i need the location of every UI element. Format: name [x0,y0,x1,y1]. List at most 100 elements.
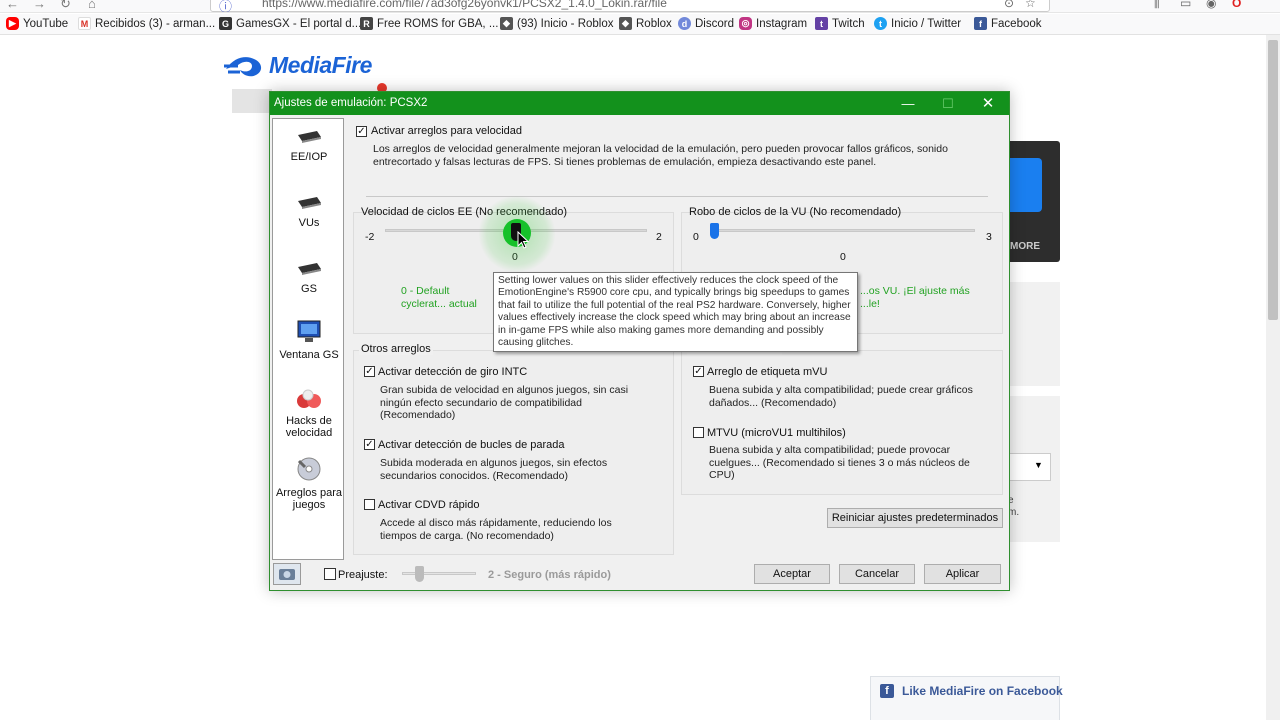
vu-cycle-note-2: ...le! [860,298,880,310]
intc-spin-description: Gran subida de velocidad en algunos jueg… [380,384,629,421]
preset-label[interactable]: Preajuste: [338,569,388,581]
youtube-icon: ▶ [6,17,19,30]
vu-cycle-title: Robo de ciclos de la VU (No recomendado) [689,206,902,218]
scrollbar-thumb[interactable] [1268,40,1278,320]
site-info-icon[interactable]: ⓘ [219,0,232,12]
separator [366,196,988,197]
library-icon[interactable]: ⫼ [1154,0,1160,11]
fast-cdvd-checkbox[interactable] [364,499,375,510]
bookmark-star-icon[interactable]: ☆ [1025,0,1036,10]
sidebar-ad-block [1008,282,1060,386]
enable-speedhacks-label[interactable]: Activar arreglos para velocidad [371,125,522,137]
vu-cycle-note-1: ...os VU. ¡El ajuste más [860,285,970,297]
ee-cycle-note: 0 - Default cyclerat... actual speed of … [401,285,477,310]
accept-button[interactable]: Aceptar [754,564,830,584]
more-button[interactable]: MORE [1010,241,1040,252]
mediafire-logo-text: MediaFire [269,52,372,78]
language-select[interactable] [1008,453,1051,481]
mtvu-checkbox[interactable] [693,427,704,438]
vu-slider-max: 3 [986,231,992,243]
wait-loop-checkbox[interactable]: ✓ [364,439,375,450]
settings-sidebar: EE/IOP VUs GS Ventana GS Hacks de veloci… [272,118,344,560]
chip-icon [298,197,321,209]
intc-spin-label[interactable]: Activar detección de giro INTC [378,366,527,378]
roblox-icon: ◆ [619,17,632,30]
camera-icon[interactable] [273,563,301,585]
download-button-edge[interactable] [1008,158,1042,212]
mouse-cursor-icon [517,231,530,249]
vu-slider-thumb[interactable] [710,223,719,239]
roblox-icon: ◆ [500,17,513,30]
fast-cdvd-label[interactable]: Activar CDVD rápido [378,499,479,511]
sidebar-item-vus[interactable]: VUs [273,193,345,229]
twitch-icon: t [815,17,828,30]
forward-icon[interactable]: → [33,0,46,11]
home-icon[interactable]: ⌂ [88,0,96,11]
sidebar-item-game-fixes[interactable]: Arreglos para juegos [273,455,345,511]
bookmark-roms[interactable]: R Free ROMS for GBA, ... [360,17,498,30]
instagram-icon: ◎ [739,17,752,30]
apply-button[interactable]: Aplicar [924,564,1001,584]
back-icon[interactable]: ← [6,0,19,11]
wait-loop-description: Subida moderada en algunos juegos, sin e… [380,457,608,482]
opera-icon[interactable]: O [1232,0,1241,10]
mvu-flag-label[interactable]: Arreglo de etiqueta mVU [707,366,827,378]
vu-slider-min: 0 [693,231,699,243]
bookmark-youtube[interactable]: ▶ YouTube [6,17,68,30]
close-button[interactable]: ✕ [968,94,1008,113]
mvu-flag-description: Buena subida y alta compatibilidad; pued… [709,384,973,409]
twitter-icon: t [874,17,887,30]
mtvu-description: Buena subida y alta compatibilidad; pued… [709,444,970,481]
cancel-button[interactable]: Cancelar [839,564,915,584]
wait-loop-label[interactable]: Activar detección de bucles de parada [378,439,565,451]
maximize-button[interactable]: ☐ [928,94,968,113]
preset-slider[interactable] [402,572,476,575]
enable-speedhacks-checkbox[interactable]: ✓ [356,126,367,137]
vu-cycle-slider[interactable] [710,229,975,232]
bookmark-gamesgx[interactable]: G GamesGX - El portal d... [219,17,361,30]
bookmark-roblox[interactable]: ◆ Roblox [619,17,672,30]
bookmarks-bar: ▶ YouTube M Recibidos (3) - arman... G Game… [0,14,1280,35]
bookmark-facebook[interactable]: f Facebook [974,17,1042,30]
mtvu-label[interactable]: MTVU (microVU1 multihilos) [707,427,846,439]
disc-icon [297,457,321,481]
sidebar-item-ee-iop[interactable]: EE/IOP [273,127,345,163]
bookmark-instagram[interactable]: ◎ Instagram [739,17,807,30]
discord-icon: d [678,17,691,30]
mvu-flag-checkbox[interactable]: ✓ [693,366,704,377]
account-icon[interactable]: ◉ [1206,0,1216,10]
chip-icon [298,263,321,275]
sidebar-item-gs[interactable]: GS [273,259,345,295]
bookmark-roblox-home[interactable]: ◆ (93) Inicio - Roblox [500,17,614,30]
ee-slider-max: 2 [656,231,662,243]
sidebar-item-gs-window[interactable]: Ventana GS [273,319,345,361]
reload-icon[interactable]: ↻ [60,0,71,12]
facebook-icon: f [880,684,894,698]
speed-hacks-icon [297,389,321,408]
gmail-icon: M [78,17,91,30]
dialog-title: Ajustes de emulación: PCSX2 [274,97,428,109]
facebook-like-box[interactable] [870,676,1060,720]
bookmark-gmail[interactable]: M Recibidos (3) - arman... [78,17,215,30]
mediafire-logo[interactable]: MediaFire [224,52,372,79]
intc-spin-checkbox[interactable]: ✓ [364,366,375,377]
minimize-button[interactable]: — [888,94,928,113]
chevron-down-icon[interactable]: ▼ [1034,460,1043,470]
dialog-titlebar[interactable]: Ajustes de emulación: PCSX2 — ☐ ✕ [270,92,1009,115]
preset-checkbox[interactable] [324,568,336,580]
page-actions-icon[interactable]: ⊙ [1004,0,1014,10]
preset-slider-thumb[interactable] [415,566,424,582]
ee-cycle-tooltip: Setting lower values on this slider effe… [493,272,858,352]
speedhacks-description: Los arreglos de velocidad generalmente m… [373,143,948,168]
facebook-like-link[interactable]: Like MediaFire on Facebook [902,684,1063,698]
sidebar-item-speed-hacks[interactable]: Hacks de velocidad [273,387,345,439]
bookmark-discord[interactable]: d Discord [678,17,734,30]
chip-icon [298,131,321,143]
url-text[interactable]: https://www.mediafire.com/file/7ad3ofg26… [262,0,667,10]
sidebar-toggle-icon[interactable]: ▭ [1180,0,1191,10]
vu-slider-value: 0 [840,251,846,263]
bookmark-twitch[interactable]: t Twitch [815,17,865,30]
reset-defaults-button[interactable]: Reiniciar ajustes predeterminados [827,508,1003,528]
fast-cdvd-description: Accede al disco más rápidamente, reducie… [380,517,612,542]
bookmark-twitter[interactable]: t Inicio / Twitter [874,17,961,30]
